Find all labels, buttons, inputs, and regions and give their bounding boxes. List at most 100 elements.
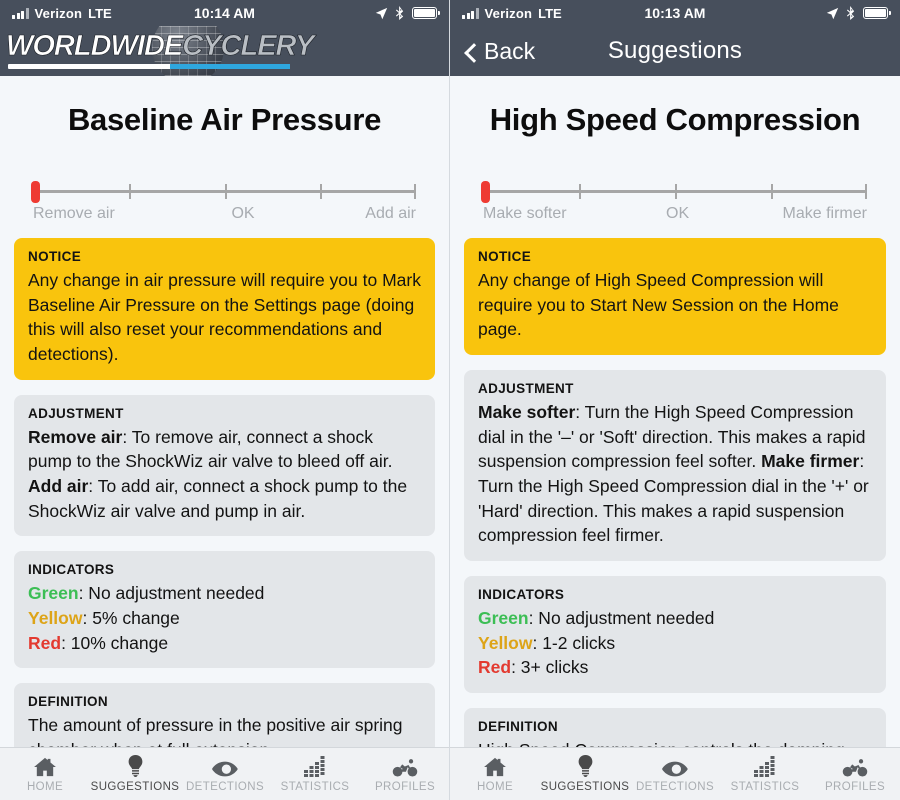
slider-track-area[interactable] bbox=[31, 181, 416, 203]
tab-label: DETECTIONS bbox=[185, 781, 265, 793]
slider-label-center: OK bbox=[666, 205, 690, 222]
brand-word-one: WORLDWIDE bbox=[6, 30, 184, 63]
tab-bar-left[interactable]: HOME SUGGESTIONS DETECTIONS STATISTICS P… bbox=[0, 747, 449, 800]
notice-card: NOTICE Any change of High Speed Compress… bbox=[464, 238, 886, 356]
brand-logo-bar: WORLDWIDECYCLERY bbox=[0, 26, 449, 76]
status-left-group: Verizon LTE bbox=[12, 6, 112, 21]
slider-labels: Make softer OK Make firmer bbox=[483, 205, 867, 223]
notice-card-heading: NOTICE bbox=[478, 249, 532, 264]
tab-label: PROFILES bbox=[824, 781, 886, 793]
brand-underline-bar bbox=[8, 64, 290, 69]
definition-card-heading: DEFINITION bbox=[28, 694, 108, 710]
tab-bar-right[interactable]: HOME SUGGESTIONS DETECTIONS STATISTICS P… bbox=[450, 747, 900, 800]
carrier-label: Verizon bbox=[34, 5, 83, 21]
cyclist-icon bbox=[842, 755, 868, 777]
notice-card-body: Any change of High Speed Compression wil… bbox=[478, 270, 839, 340]
indicator-color-word: Green bbox=[478, 608, 529, 629]
brand-word-two: CYCLERY bbox=[182, 30, 315, 63]
slider-label-right: Make firmer bbox=[782, 205, 867, 222]
indicators-card: INDICATORS Green: No adjustment needed Y… bbox=[464, 576, 886, 694]
tab-profiles[interactable]: PROFILES bbox=[360, 755, 449, 793]
tab-home[interactable]: HOME bbox=[0, 755, 90, 793]
indicators-card-body: Green: No adjustment needed Yellow: 1-2 … bbox=[478, 606, 872, 680]
adjustment-card-heading: ADJUSTMENT bbox=[478, 381, 574, 397]
slider-tick bbox=[579, 184, 581, 199]
eye-icon bbox=[662, 755, 688, 777]
back-button[interactable]: Back bbox=[450, 38, 535, 65]
network-type-label: LTE bbox=[538, 5, 562, 21]
left-phone-panel: Verizon LTE 10:14 AM WORLDWIDECYCLERY Ba… bbox=[0, 0, 450, 800]
indicator-desc: : 3+ clicks bbox=[511, 657, 589, 678]
tab-suggestions[interactable]: SUGGESTIONS bbox=[90, 755, 180, 793]
cyclist-icon bbox=[392, 755, 418, 777]
slider-track-area[interactable] bbox=[481, 181, 867, 203]
adjustment-term: Add air bbox=[28, 476, 89, 497]
indicators-card: INDICATORS Green: No adjustment needed Y… bbox=[14, 551, 435, 669]
adjustment-card-body: Make softer: Turn the High Speed Compres… bbox=[478, 400, 872, 548]
slider-marker[interactable] bbox=[481, 181, 490, 203]
indicators-card-heading: INDICATORS bbox=[28, 562, 115, 578]
adjustment-slider-right[interactable]: Make softer OK Make firmer bbox=[464, 181, 886, 223]
tab-detections[interactable]: DETECTIONS bbox=[180, 755, 270, 793]
adjustment-term: Remove air bbox=[28, 426, 123, 447]
tab-detections[interactable]: DETECTIONS bbox=[630, 755, 720, 793]
status-bar-right: Verizon LTE 10:13 AM bbox=[450, 0, 900, 26]
brand-wordmark: WORLDWIDECYCLERY bbox=[6, 30, 315, 63]
adjustment-card: ADJUSTMENT Make softer: Turn the High Sp… bbox=[464, 370, 886, 562]
battery-icon bbox=[412, 7, 440, 19]
left-content: Baseline Air Pressure Remove air OK Add … bbox=[0, 102, 449, 776]
eye-icon bbox=[212, 755, 238, 777]
notice-card-heading: NOTICE bbox=[28, 249, 82, 264]
slider-tick bbox=[414, 184, 416, 199]
slider-label-center: OK bbox=[231, 205, 255, 222]
slider-tick bbox=[128, 184, 131, 199]
indicators-card-heading: INDICATORS bbox=[478, 587, 565, 603]
slider-labels: Remove air OK Add air bbox=[33, 205, 416, 223]
location-arrow-icon bbox=[826, 7, 839, 19]
indicators-card-body: Green: No adjustment needed Yellow: 5% c… bbox=[28, 581, 421, 655]
page-title: Baseline Air Pressure bbox=[67, 102, 382, 137]
indicator-row: Green: No adjustment needed bbox=[478, 606, 872, 631]
tab-statistics[interactable]: STATISTICS bbox=[270, 755, 360, 793]
indicator-desc: : No adjustment needed bbox=[528, 608, 715, 629]
bluetooth-icon bbox=[395, 6, 404, 20]
tab-label: DETECTIONS bbox=[635, 781, 715, 793]
slider-tick bbox=[771, 184, 773, 199]
indicator-row: Yellow: 1-2 clicks bbox=[478, 631, 872, 656]
adjustment-card: ADJUSTMENT Remove air: To remove air, co… bbox=[14, 394, 435, 537]
tab-label: HOME bbox=[476, 781, 514, 793]
carrier-label: Verizon bbox=[484, 5, 533, 21]
adjustment-card-body: Remove air: To remove air, connect a sho… bbox=[28, 425, 421, 524]
indicator-desc: : No adjustment needed bbox=[78, 583, 265, 604]
house-icon bbox=[484, 755, 506, 777]
adjustment-term: Make firmer bbox=[761, 451, 860, 472]
navigation-bar: Back Suggestions bbox=[450, 26, 900, 76]
notice-card: NOTICE Any change in air pressure will r… bbox=[14, 238, 435, 380]
indicator-row: Red: 3+ clicks bbox=[478, 655, 872, 680]
status-bar-left: Verizon LTE 10:14 AM bbox=[0, 0, 449, 26]
adjustment-term: Make softer bbox=[478, 402, 576, 423]
adjustment-slider-left[interactable]: Remove air OK Add air bbox=[14, 181, 435, 223]
tab-statistics[interactable]: STATISTICS bbox=[720, 755, 810, 793]
status-right-group bbox=[375, 6, 440, 20]
slider-marker[interactable] bbox=[31, 181, 40, 203]
slider-tick bbox=[865, 184, 867, 199]
bluetooth-icon bbox=[846, 6, 855, 20]
dual-phone-screenshot: Verizon LTE 10:14 AM WORLDWIDECYCLERY Ba… bbox=[0, 0, 900, 800]
indicator-color-word: Yellow bbox=[28, 608, 83, 629]
indicator-row: Red: 10% change bbox=[28, 631, 421, 656]
tab-profiles[interactable]: PROFILES bbox=[810, 755, 900, 793]
status-right-group bbox=[826, 6, 891, 20]
bar-chart-icon bbox=[754, 755, 776, 777]
indicator-desc: : 1-2 clicks bbox=[532, 632, 616, 653]
indicator-color-word: Green bbox=[28, 583, 79, 604]
tab-label: PROFILES bbox=[374, 781, 436, 793]
network-type-label: LTE bbox=[88, 5, 112, 21]
lightbulb-icon bbox=[127, 755, 144, 777]
tab-home[interactable]: HOME bbox=[450, 755, 540, 793]
tab-suggestions[interactable]: SUGGESTIONS bbox=[540, 755, 630, 793]
back-button-label: Back bbox=[484, 37, 536, 64]
battery-icon bbox=[863, 7, 891, 19]
tab-label: STATISTICS bbox=[730, 781, 800, 793]
indicator-color-word: Red bbox=[28, 632, 62, 653]
